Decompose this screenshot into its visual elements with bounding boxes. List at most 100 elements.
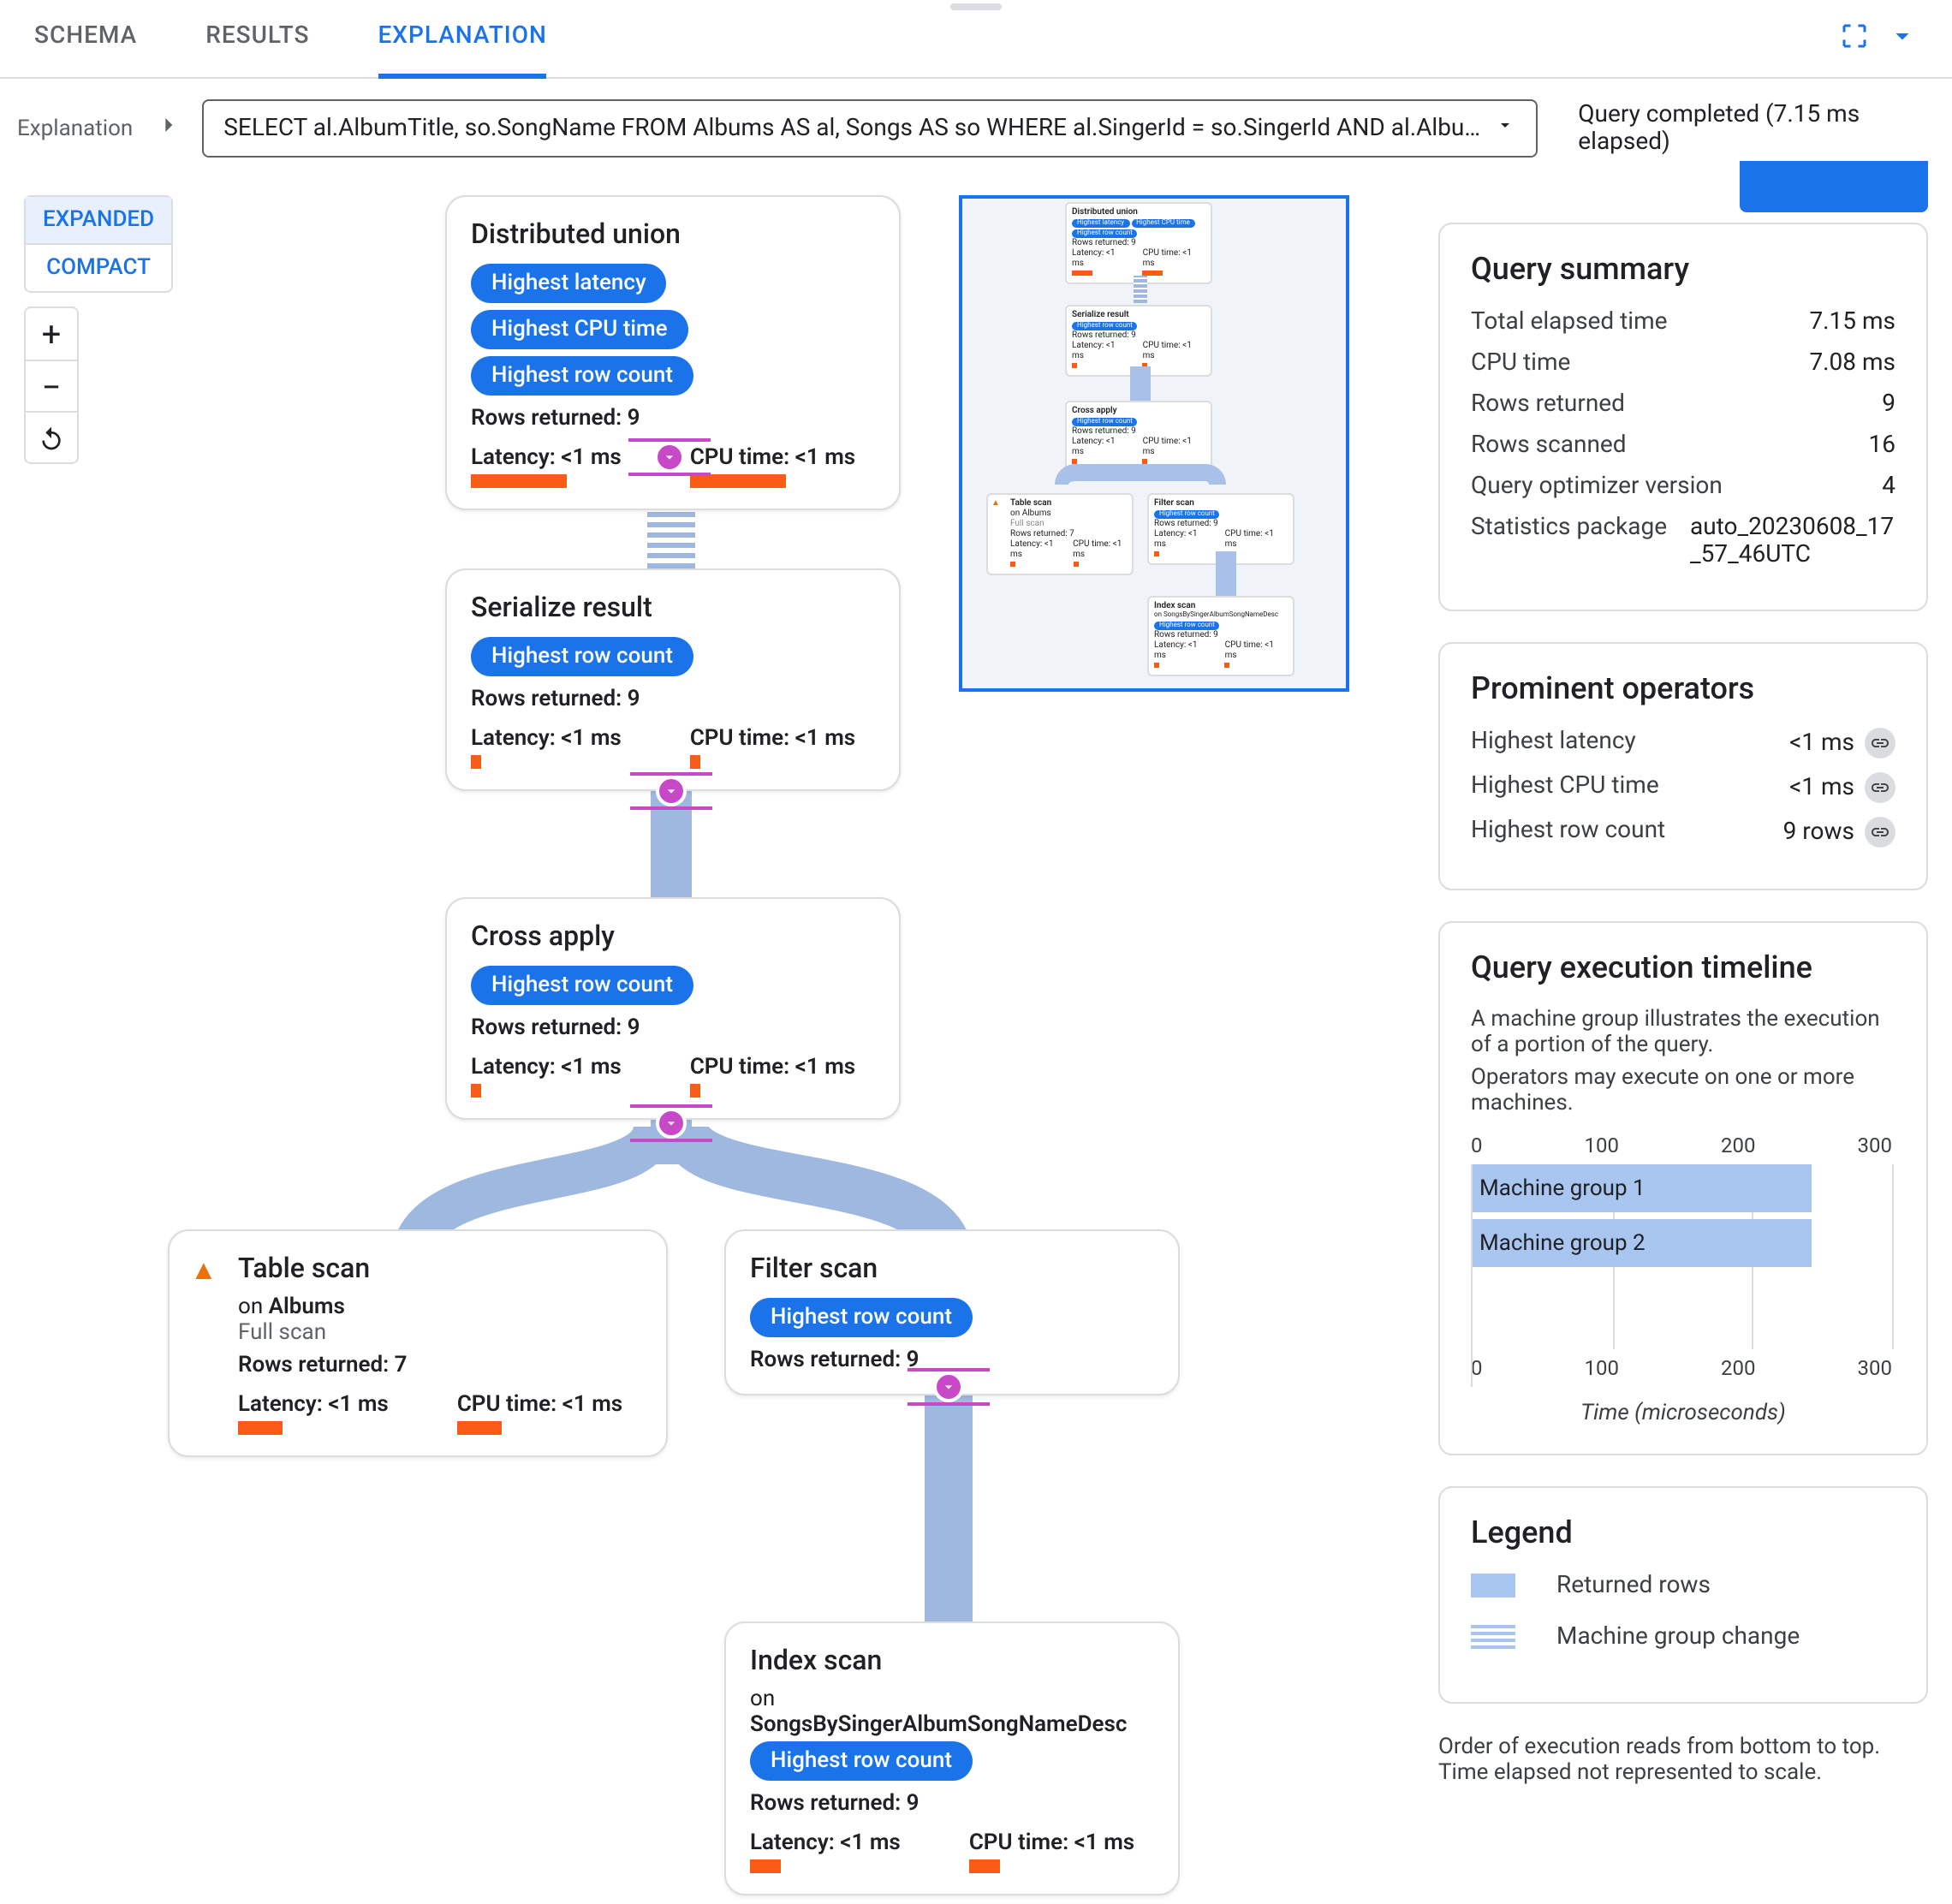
legend-swatch-rows [1471,1574,1515,1598]
legend-label: Machine group change [1556,1623,1800,1651]
rows-returned: Rows returned: 9 [471,1015,875,1041]
scan-target: on Albums [238,1294,642,1320]
latency-bar [238,1421,283,1435]
footnote: Order of execution reads from bottom to … [1438,1734,1928,1760]
cpu-bar [690,755,700,769]
tab-explanation[interactable]: EXPLANATION [378,0,546,78]
summary-value: 9 [1882,390,1895,418]
summary-key: Rows scanned [1471,431,1627,459]
prom-key: Highest CPU time [1471,772,1659,803]
latency-label: Latency: <1 ms [471,726,622,752]
reset-button[interactable] [26,411,77,462]
cpu-bar [969,1859,1000,1873]
latency-bar [471,755,481,769]
tab-results[interactable]: RESULTS [205,0,309,78]
summary-key: Query optimizer version [1471,473,1723,500]
cpu-label: CPU time: <1 ms [690,726,855,752]
tabs-bar: SCHEMA RESULTS EXPLANATION [0,0,1952,79]
link-icon[interactable] [1865,772,1895,803]
prom-value: <1 ms [1789,774,1854,801]
summary-key: Statistics package [1471,514,1667,568]
node-table-scan[interactable]: ▲ Table scan on Albums Full scan Rows re… [168,1229,668,1457]
summary-key: CPU time [1471,349,1570,377]
node-title: Index scan [750,1644,1154,1676]
tick-label: 100 [1585,1133,1619,1157]
legend-label: Returned rows [1556,1572,1711,1599]
pill-highest-rows: Highest row count [471,637,693,676]
pill-highest-rows: Highest row count [471,966,693,1005]
timeline-panel: Query execution timeline A machine group… [1438,921,1928,1455]
tick-label: 0 [1471,1133,1483,1157]
node-cross-apply[interactable]: Cross apply Highest row count Rows retur… [445,897,901,1120]
panel-title: Prominent operators [1471,671,1895,707]
pill-highest-latency: Highest latency [471,264,667,303]
panel-title: Legend [1471,1515,1895,1551]
expanded-toggle[interactable]: EXPANDED [26,197,171,243]
expand-knot-icon[interactable] [656,776,687,806]
summary-value: 4 [1882,473,1895,500]
node-serialize-result[interactable]: Serialize result Highest row count Rows … [445,568,901,791]
link-icon[interactable] [1865,728,1895,759]
summary-value: 7.08 ms [1809,349,1895,377]
chart-xlabel: Time (microseconds) [1471,1401,1895,1426]
scan-target: on SongsBySingerAlbumSongNameDesc [750,1687,1154,1738]
latency-bar [471,474,567,488]
node-title: Distributed union [471,217,875,250]
rows-returned: Rows returned: 9 [471,687,875,712]
latency-label: Latency: <1 ms [750,1830,901,1856]
fullscreen-icon[interactable] [1839,20,1870,57]
dropdown-icon [1494,115,1515,142]
expand-knot-icon[interactable] [656,1108,687,1139]
scan-mode: Full scan [238,1320,642,1346]
legend-panel: Legend Returned rows Machine group chang… [1438,1486,1928,1704]
pill-highest-cpu: Highest CPU time [471,310,688,349]
node-title: Filter scan [750,1252,1154,1284]
drag-handle[interactable] [950,3,1002,10]
zoom-controls: + − [24,306,79,464]
latency-bar [471,1084,481,1098]
node-index-scan[interactable]: Index scan on SongsBySingerAlbumSongName… [724,1621,1180,1895]
footnote: Time elapsed not represented to scale. [1438,1760,1928,1786]
timeline-bar: Machine group 2 [1473,1219,1811,1267]
zoom-in-button[interactable]: + [26,308,77,360]
legend-swatch-change [1471,1625,1515,1649]
explanation-label: Explanation [17,116,133,141]
prom-key: Highest row count [1471,817,1665,848]
warning-icon: ▲ [190,1253,217,1288]
link-icon[interactable] [1865,817,1895,848]
prominent-operators-panel: Prominent operators Highest latency <1 ms… [1438,642,1928,890]
zoom-out-button[interactable]: − [26,360,77,411]
cpu-label: CPU time: <1 ms [690,445,855,471]
node-title: Table scan [238,1252,642,1284]
minimap[interactable]: Distributed unionHighest latencyHighest … [959,195,1349,692]
compact-toggle[interactable]: COMPACT [26,243,171,291]
prom-value: 9 rows [1783,818,1854,846]
summary-key: Rows returned [1471,390,1625,418]
rows-returned: Rows returned: 9 [471,406,875,431]
timeline-desc: A machine group illustrates the executio… [1471,1007,1895,1058]
node-title: Serialize result [471,591,875,623]
query-plan-diagram[interactable]: EXPANDED COMPACT + − Distributed unionHi… [0,178,1438,1904]
explanation-bar: Explanation SELECT al.AlbumTitle, so.Son… [0,79,1952,178]
summary-value: 16 [1869,431,1896,459]
sidebar: Query summary Total elapsed time7.15 ms … [1438,178,1952,1904]
action-button[interactable] [1740,178,1928,212]
chevron-down-icon[interactable] [1887,20,1918,57]
tab-schema[interactable]: SCHEMA [34,0,137,78]
timeline-chart: 0 100 200 300 Machine group 1 Machine gr… [1471,1133,1895,1426]
pill-highest-rows: Highest row count [471,356,693,396]
expand-knot-icon[interactable] [933,1371,964,1402]
latency-label: Latency: <1 ms [471,445,622,471]
prom-key: Highest latency [1471,728,1636,759]
query-status: Query completed (7.15 ms elapsed) [1557,101,1935,156]
expand-knot-icon[interactable] [654,442,685,473]
tick-label: 200 [1721,1133,1755,1157]
latency-bar [750,1859,781,1873]
query-summary-panel: Query summary Total elapsed time7.15 ms … [1438,223,1928,611]
query-text: SELECT al.AlbumTitle, so.SongName FROM A… [223,115,1494,142]
query-dropdown[interactable]: SELECT al.AlbumTitle, so.SongName FROM A… [201,99,1537,158]
pill-highest-rows: Highest row count [750,1298,973,1337]
cpu-label: CPU time: <1 ms [457,1392,622,1418]
summary-key: Total elapsed time [1471,308,1668,336]
latency-label: Latency: <1 ms [238,1392,389,1418]
